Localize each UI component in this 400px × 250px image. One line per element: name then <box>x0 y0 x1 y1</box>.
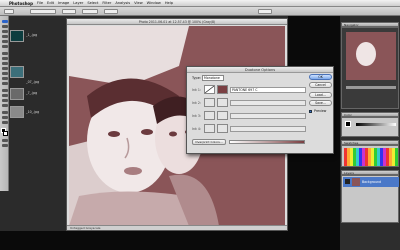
navigator-thumbnail-face <box>356 42 376 66</box>
swatch-grid[interactable] <box>344 148 398 166</box>
file-thumbnail[interactable] <box>10 88 24 100</box>
color-panel <box>341 117 399 137</box>
duotone-gradient-bar <box>229 140 305 144</box>
ink-1-curve[interactable] <box>204 85 215 94</box>
hand-tool-icon[interactable] <box>1 116 8 120</box>
menu-window[interactable]: Window <box>147 1 161 5</box>
ink-2-color-swatch[interactable] <box>217 98 228 107</box>
history-brush-tool-icon[interactable] <box>1 67 8 71</box>
file-label: _1_.jpg <box>26 33 38 37</box>
document-status[interactable]: Untagged Grayscale <box>67 225 287 230</box>
stamp-tool-icon[interactable] <box>1 62 8 66</box>
document-title[interactable]: Photo 2011-06-01 at 12.57.43 @ 100% (Gra… <box>67 19 287 25</box>
zoom-tool-icon[interactable] <box>1 121 8 125</box>
dodge-tool-icon[interactable] <box>1 82 8 86</box>
option-dropdown[interactable] <box>30 9 56 14</box>
ink-4-name-field[interactable] <box>230 126 306 132</box>
file-thumbnail[interactable] <box>10 30 24 42</box>
overprint-colors-button[interactable]: Overprint Colors... <box>192 139 226 145</box>
marquee-tool-icon[interactable] <box>1 25 8 29</box>
menu-help[interactable]: Help <box>165 1 173 5</box>
tool-preset-picker[interactable] <box>4 9 14 14</box>
ink-3-curve[interactable] <box>204 111 215 120</box>
save-button[interactable]: Save... <box>309 100 332 106</box>
quick-select-tool-icon[interactable] <box>1 35 8 39</box>
dialog-title: Duotone Options <box>187 67 333 73</box>
lasso-tool-icon[interactable] <box>1 30 8 34</box>
ink-2-curve[interactable] <box>204 98 215 107</box>
navigator-zoom-slider[interactable] <box>346 86 396 89</box>
layer-row[interactable]: Background <box>343 177 399 187</box>
brush-tool-icon[interactable] <box>1 57 8 61</box>
ink-1-color-swatch[interactable] <box>217 85 228 94</box>
eraser-tool-icon[interactable] <box>1 72 8 76</box>
3d-tool-icon[interactable] <box>1 111 8 115</box>
shape-tool-icon[interactable] <box>1 104 8 108</box>
ink-2-name-field[interactable] <box>230 100 306 106</box>
menu-image[interactable]: Image <box>58 1 69 5</box>
menu-file[interactable]: File <box>37 1 43 5</box>
menu-analysis[interactable]: Analysis <box>115 1 130 5</box>
crop-tool-icon[interactable] <box>1 40 8 44</box>
menu-layer[interactable]: Layer <box>73 1 83 5</box>
file-label: _10_.jpg <box>26 110 40 114</box>
ink-3-color-swatch[interactable] <box>217 111 228 120</box>
pen-tool-icon[interactable] <box>1 89 8 93</box>
menu-edit[interactable]: Edit <box>47 1 54 5</box>
type-tool-icon[interactable] <box>1 94 8 98</box>
overprint-colors-label: Overprint Colors... <box>195 140 223 144</box>
color-slider[interactable] <box>356 123 396 126</box>
options-bar <box>0 7 400 16</box>
file-label: _7_.jpg <box>26 91 38 95</box>
layer-name: Background <box>362 180 382 184</box>
file-thumbnail[interactable] <box>10 66 24 78</box>
gradient-tool-icon[interactable] <box>1 77 8 81</box>
preview-checkbox[interactable] <box>309 110 312 113</box>
menu-view[interactable]: View <box>134 1 143 5</box>
ink-4-label: Ink 4: <box>192 127 201 131</box>
color-foreground-swatch[interactable] <box>345 121 351 127</box>
app-menu[interactable]: Photoshop <box>9 1 33 6</box>
type-select-value: Monotone <box>204 76 220 80</box>
preview-label: Preview <box>314 109 327 113</box>
path-select-tool-icon[interactable] <box>1 99 8 103</box>
swatches-panel <box>341 145 399 167</box>
menu-bar: Photoshop File Edit Image Layer Select F… <box>0 0 400 7</box>
screen-mode-icon[interactable] <box>1 144 8 148</box>
type-label: Type: <box>192 76 201 80</box>
navigator-thumbnail[interactable] <box>346 32 396 80</box>
ink-4-curve[interactable] <box>204 124 215 133</box>
tools-panel <box>0 16 9 191</box>
cancel-button[interactable]: Cancel <box>309 82 332 88</box>
ink-2-label: Ink 2: <box>192 101 201 105</box>
option-dropdown-3[interactable] <box>82 9 98 14</box>
healing-tool-icon[interactable] <box>1 52 8 56</box>
quick-mask-icon[interactable] <box>1 139 8 143</box>
layers-panel: Background <box>341 175 399 223</box>
background-color-swatch[interactable] <box>3 131 8 136</box>
ink-4-color-swatch[interactable] <box>217 124 228 133</box>
load-button[interactable]: Load... <box>309 92 332 98</box>
ink-1-name-field[interactable]: PANTONE 697 C <box>230 87 306 93</box>
ink-3-name-field[interactable] <box>230 113 306 119</box>
move-tool-icon[interactable] <box>1 20 8 24</box>
workspace-menu[interactable] <box>258 9 272 14</box>
navigator-panel <box>341 27 399 109</box>
menu-select[interactable]: Select <box>87 1 98 5</box>
ink-3-label: Ink 3: <box>192 114 201 118</box>
menu-filter[interactable]: Filter <box>102 1 111 5</box>
type-select[interactable]: Monotone <box>202 75 224 81</box>
ink-1-label: Ink 1: <box>192 88 201 92</box>
file-label: _07_.jpg <box>26 80 40 84</box>
ok-button[interactable]: OK <box>309 74 332 80</box>
layer-visibility-icon[interactable] <box>345 179 350 184</box>
option-dropdown-2[interactable] <box>62 9 76 14</box>
file-thumbnail[interactable] <box>10 106 24 118</box>
option-dropdown-4[interactable] <box>104 9 118 14</box>
eyedropper-tool-icon[interactable] <box>1 45 8 49</box>
layer-thumbnail <box>352 178 360 186</box>
duotone-options-dialog: Duotone Options Type: Monotone Ink 1: PA… <box>186 66 334 154</box>
